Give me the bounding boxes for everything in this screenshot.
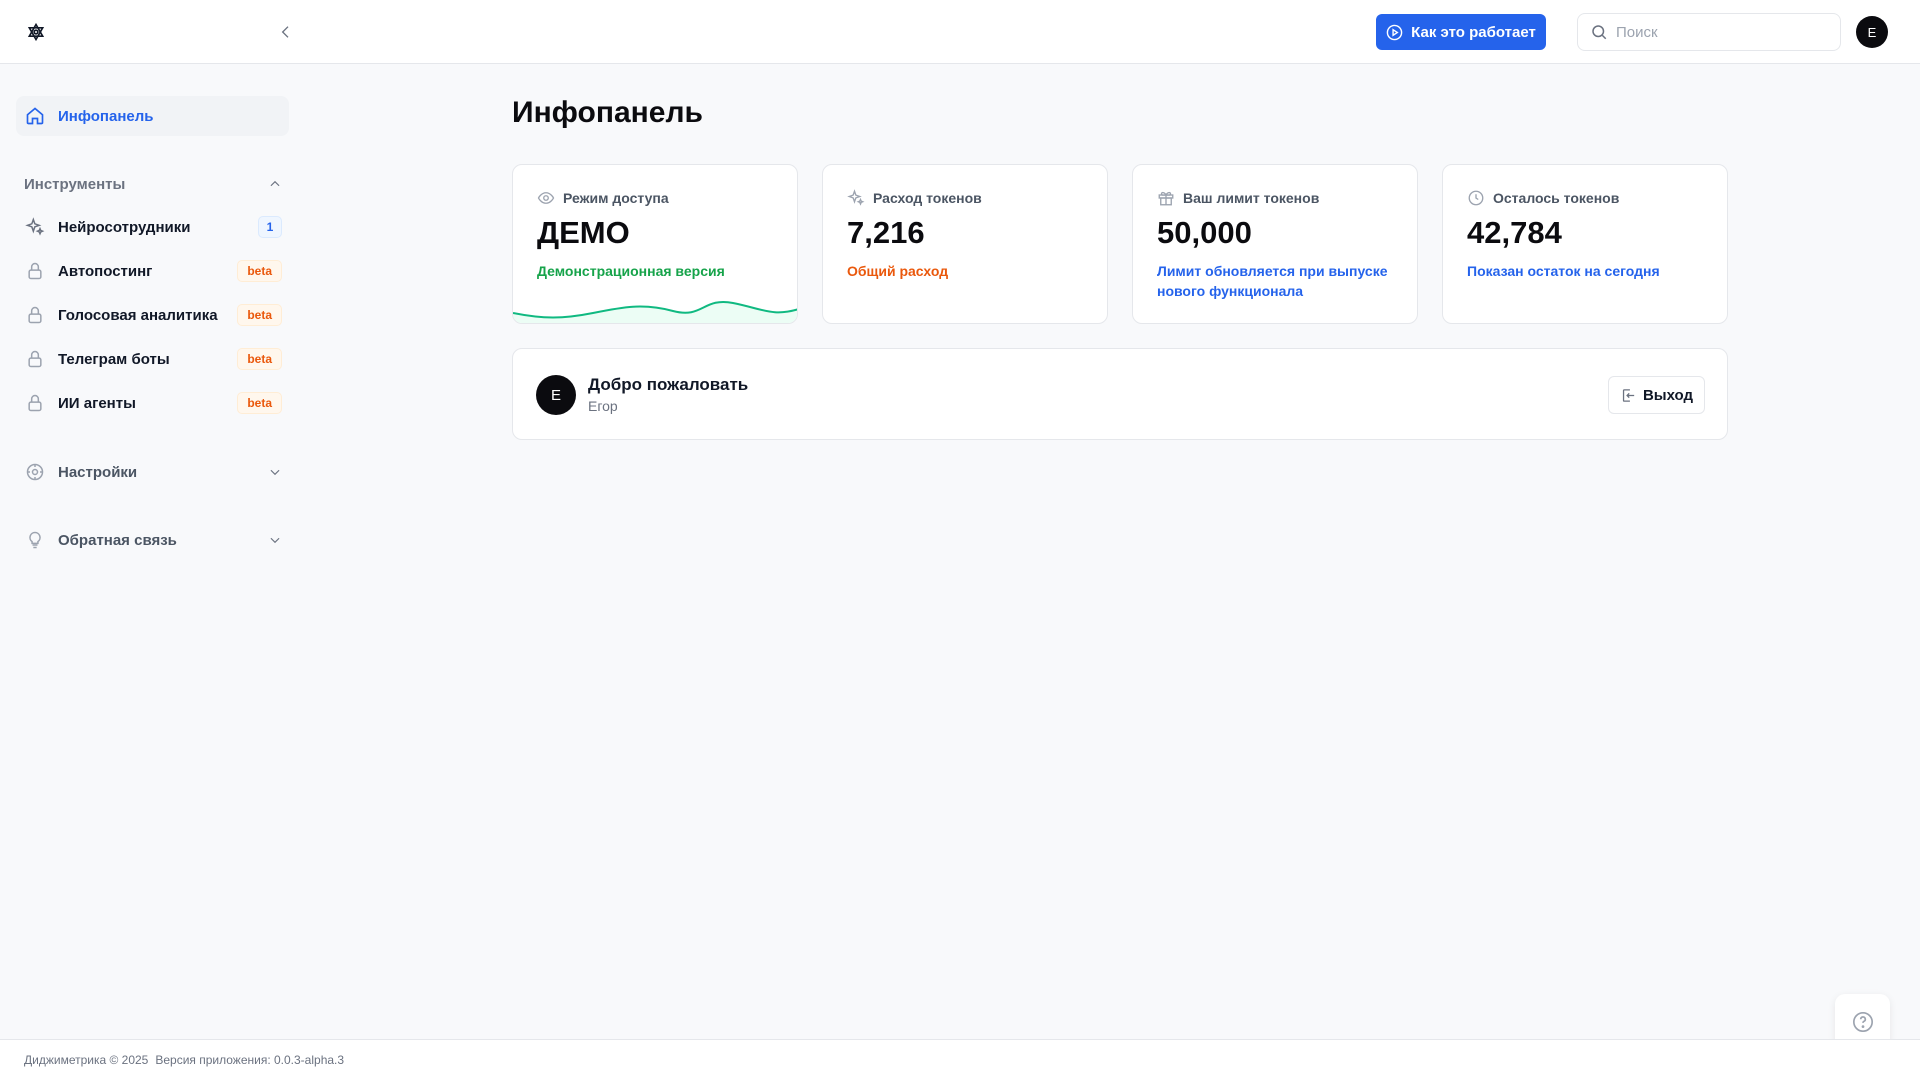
search-icon	[1592, 25, 1607, 40]
chevron-down-icon	[270, 537, 280, 544]
stat-label: Расход токенов	[873, 190, 982, 206]
logout-icon	[1622, 388, 1635, 402]
sidebar-item-dashboard[interactable]: Инфопанель	[16, 96, 289, 136]
play-circle-icon	[1386, 24, 1403, 40]
stat-label: Осталось токенов	[1493, 190, 1620, 206]
user-avatar[interactable]: E	[1856, 16, 1888, 48]
sparkles-icon	[24, 216, 46, 238]
gear-icon	[24, 461, 46, 483]
stat-value: 42,784	[1467, 215, 1562, 250]
stat-subtitle: Лимит обновляется при выпуске нового фун…	[1157, 263, 1388, 299]
sidebar-item-label: Автопостинг	[58, 262, 153, 280]
logout-button[interactable]: Выход	[1608, 376, 1705, 414]
welcome-panel: E Добро пожаловать Егор Выход	[512, 348, 1728, 440]
lock-icon	[24, 348, 46, 370]
chevron-down-icon	[270, 469, 280, 476]
stat-value: ДЕМО	[537, 215, 630, 250]
sidebar-group-label: Настройки	[58, 463, 138, 481]
stat-card-token-limit: Ваш лимит токенов 50,000 Лимит обновляет…	[1132, 164, 1418, 324]
welcome-title: Добро пожаловать	[588, 375, 749, 394]
stat-value: 50,000	[1157, 215, 1252, 250]
collapse-sidebar-icon[interactable]	[272, 18, 300, 46]
how-it-works-button[interactable]: Как это работает	[1376, 14, 1546, 50]
stat-card-token-usage: Расход токенов 7,216 Общий расход	[822, 164, 1108, 324]
page-title: Инфопанель	[512, 96, 703, 129]
beta-badge: beta	[237, 304, 282, 326]
clock-icon	[1468, 190, 1484, 206]
beta-badge: beta	[237, 392, 282, 414]
stat-label: Ваш лимит токенов	[1183, 190, 1320, 206]
logout-label: Выход	[1642, 386, 1694, 404]
sidebar-item-voice-analytics[interactable]: Голосовая аналитика beta	[24, 299, 282, 331]
stat-subtitle: Демонстрационная версия	[537, 263, 725, 279]
sidebar-item-label: Инфопанель	[58, 107, 154, 125]
beta-badge: beta	[237, 260, 282, 282]
sparkles-icon	[847, 189, 865, 206]
copyright-text: Диджиметрика © 2025	[24, 1053, 149, 1067]
activity-wave-graphic	[513, 300, 797, 323]
chevron-up-icon	[270, 180, 280, 187]
lock-icon	[24, 392, 46, 414]
sidebar-item-label: Нейросотрудники	[58, 218, 191, 236]
eye-icon	[537, 192, 555, 204]
sidebar-item-autoposting[interactable]: Автопостинг beta	[24, 255, 282, 287]
sidebar-group-label: Обратная связь	[58, 531, 177, 549]
sidebar-item-telegram-bots[interactable]: Телеграм боты beta	[24, 343, 282, 375]
avatar: E	[536, 375, 576, 415]
sidebar-item-label: ИИ агенты	[58, 394, 136, 412]
count-badge: 1	[258, 216, 282, 238]
tools-section-toggle[interactable]: Инструменты	[24, 172, 282, 196]
top-bar: Как это работает E	[0, 0, 1920, 64]
sidebar-item-label: Телеграм боты	[58, 350, 170, 368]
stat-subtitle: Показан остаток на сегодня	[1467, 263, 1660, 279]
help-circle-icon	[1852, 1011, 1873, 1032]
tools-heading: Инструменты	[24, 175, 126, 193]
home-icon	[24, 105, 46, 127]
stat-value: 7,216	[847, 215, 925, 250]
stat-subtitle: Общий расход	[847, 263, 949, 279]
gift-icon	[1158, 191, 1174, 206]
sidebar-item-ai-agents[interactable]: ИИ агенты beta	[24, 387, 282, 419]
lock-icon	[24, 260, 46, 282]
lock-icon	[24, 304, 46, 326]
stat-card-access-mode: Режим доступа ДЕМО Демонстрационная верс…	[512, 164, 798, 324]
sidebar-item-label: Голосовая аналитика	[58, 306, 218, 324]
logo-icon[interactable]	[22, 18, 50, 46]
version-text: Версия приложения: 0.0.3-alpha.3	[155, 1053, 345, 1067]
sidebar-group-settings[interactable]: Настройки	[24, 456, 282, 488]
sidebar-item-neuro-employees[interactable]: Нейросотрудники 1	[24, 211, 282, 243]
search-box[interactable]	[1577, 13, 1841, 51]
beta-badge: beta	[237, 348, 282, 370]
how-it-works-label: Как это работает	[1411, 23, 1536, 41]
user-name: Егор	[588, 398, 618, 414]
lightbulb-icon	[24, 529, 46, 551]
stat-label: Режим доступа	[563, 190, 669, 206]
footer: Диджиметрика © 2025 Версия приложения: 0…	[0, 1039, 1920, 1080]
search-input[interactable]	[1616, 23, 1816, 41]
stat-card-tokens-left: Осталось токенов 42,784 Показан остаток …	[1442, 164, 1728, 324]
sidebar-group-feedback[interactable]: Обратная связь	[24, 524, 282, 556]
